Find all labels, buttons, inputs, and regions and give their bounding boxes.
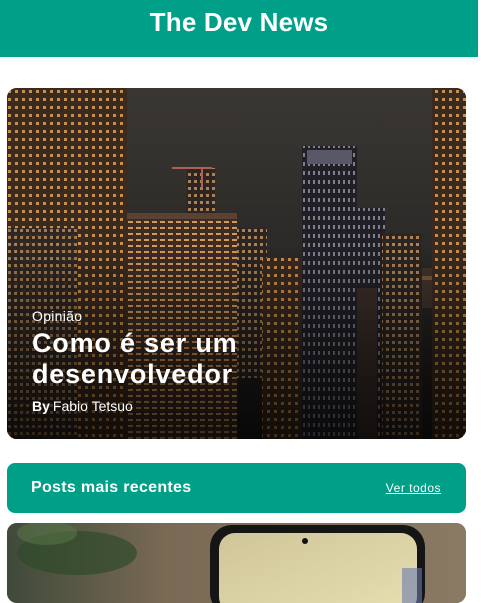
post-category[interactable]: Opinião [32, 308, 82, 324]
see-all-link[interactable]: Ver todos [386, 481, 441, 495]
recent-posts-title: Posts mais recentes [31, 479, 192, 496]
post-author[interactable]: Fabio Tetsuo [53, 398, 133, 414]
post-card[interactable] [7, 523, 466, 603]
post-byline: By Fabio Tetsuo [32, 398, 133, 414]
featured-post-card[interactable]: Opinião Como é ser um desenvolvedor By Fa… [7, 88, 466, 439]
smartphone-image [7, 523, 466, 603]
post-title[interactable]: Como é ser um desenvolvedor [32, 328, 362, 390]
header-shadow [0, 57, 481, 63]
byline-label: By [32, 398, 50, 414]
site-title[interactable]: The Dev News [150, 9, 329, 35]
recent-posts-bar: Posts mais recentes Ver todos [7, 463, 466, 513]
app-header: The Dev News [0, 0, 478, 57]
